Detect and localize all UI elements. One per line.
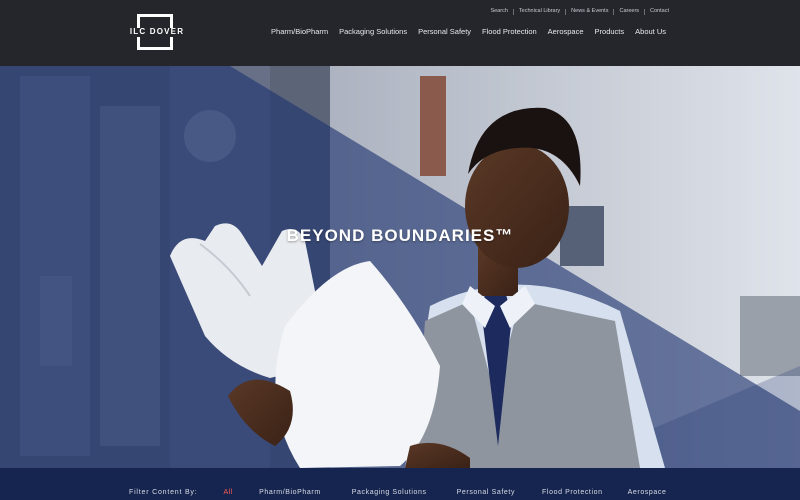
site-header: ILC DOVER Search Technical Library News … bbox=[0, 0, 800, 66]
filter-aerospace[interactable]: Aerospace bbox=[628, 489, 667, 496]
filter-label: Filter Content By: bbox=[129, 489, 198, 496]
filter-personal-safety[interactable]: Personal Safety bbox=[457, 489, 515, 496]
hero-headline-text: BEYOND BOUNDARIES™ bbox=[286, 226, 514, 245]
utility-nav: Search Technical Library News & Events C… bbox=[490, 8, 669, 15]
filter-bar: Filter Content By: All Pharm/BioPharm Pa… bbox=[0, 468, 800, 500]
nav-aerospace[interactable]: Aerospace bbox=[548, 27, 584, 37]
util-link-careers[interactable]: Careers bbox=[619, 8, 639, 15]
divider bbox=[565, 8, 567, 15]
divider bbox=[613, 8, 615, 15]
util-link-search[interactable]: Search bbox=[490, 8, 507, 15]
main-nav: Pharm/BioPharm Packaging Solutions Perso… bbox=[271, 27, 666, 37]
divider bbox=[644, 8, 646, 15]
util-link-technical-library[interactable]: Technical Library bbox=[519, 8, 560, 15]
util-link-contact[interactable]: Contact bbox=[650, 8, 669, 15]
hero-headline: BEYOND BOUNDARIES™ bbox=[0, 226, 800, 246]
nav-products[interactable]: Products bbox=[595, 27, 625, 37]
filter-flood-protection[interactable]: Flood Protection bbox=[542, 489, 603, 496]
filter-packaging-solutions[interactable]: Packaging Solutions bbox=[352, 489, 427, 496]
nav-pharm-biopharm[interactable]: Pharm/BioPharm bbox=[271, 27, 328, 37]
nav-about-us[interactable]: About Us bbox=[635, 27, 666, 37]
nav-flood-protection[interactable]: Flood Protection bbox=[482, 27, 537, 37]
nav-personal-safety[interactable]: Personal Safety bbox=[418, 27, 471, 37]
filter-all[interactable]: All bbox=[223, 489, 233, 496]
divider bbox=[512, 8, 514, 15]
logo-text: ILC DOVER bbox=[129, 27, 185, 36]
filter-row: Filter Content By: All Pharm/BioPharm Pa… bbox=[129, 489, 667, 496]
util-link-news-events[interactable]: News & Events bbox=[571, 8, 608, 15]
hero-banner: BEYOND BOUNDARIES™ bbox=[0, 66, 800, 468]
hero-image bbox=[0, 66, 800, 468]
filter-pharm-biopharm[interactable]: Pharm/BioPharm bbox=[259, 489, 321, 496]
nav-packaging-solutions[interactable]: Packaging Solutions bbox=[339, 27, 407, 37]
ilc-dover-logo[interactable]: ILC DOVER bbox=[128, 14, 186, 52]
